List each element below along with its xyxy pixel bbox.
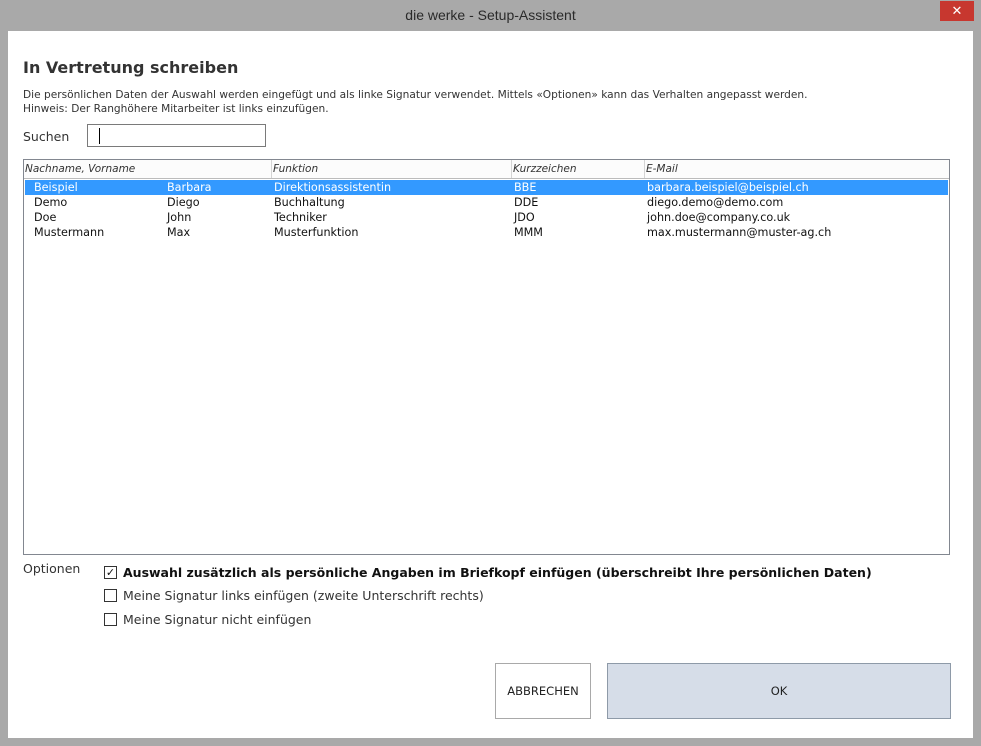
cell-short: MMM [514,226,543,239]
cell-lastname: Demo [34,196,68,209]
options-label: Optionen [23,561,81,576]
window-title: die werke - Setup-Assistent [405,7,576,23]
text-caret [99,128,100,144]
column-header-name[interactable]: Nachname, Vorname [24,160,272,178]
search-label: Suchen [23,129,70,144]
cell-firstname: Diego [167,196,200,209]
cell-function: Musterfunktion [274,226,359,239]
cell-firstname: Max [167,226,191,239]
description-line-1: Die persönlichen Daten der Auswahl werde… [23,89,808,101]
page-title: In Vertretung schreiben [23,58,239,77]
checkbox-icon[interactable] [104,588,117,602]
cell-function: Buchhaltung [274,196,345,209]
cell-short: DDE [514,196,539,209]
cell-short: JDO [514,211,535,224]
table-row[interactable]: Beispiel Barbara Direktionsassistentin B… [25,180,948,195]
cell-lastname: Doe [34,211,57,224]
cell-firstname: John [167,211,192,224]
column-header-function[interactable]: Funktion [272,160,512,178]
cell-email: john.doe@company.co.uk [647,211,791,224]
option-no-signature[interactable]: Meine Signatur nicht einfügen [104,610,311,628]
cell-lastname: Mustermann [34,226,105,239]
cell-email: max.mustermann@muster-ag.ch [647,226,832,239]
checkbox-checked-icon[interactable]: ✓ [104,565,117,579]
close-button[interactable]: ✕ [940,1,974,21]
cell-firstname: Barbara [167,181,212,194]
cell-short: BBE [514,181,537,194]
column-header-short[interactable]: Kurzzeichen [512,160,645,178]
table-row[interactable]: Mustermann Max Musterfunktion MMM max.mu… [25,225,948,240]
ok-button[interactable]: OK [607,663,951,719]
option-label: Auswahl zusätzlich als persönliche Angab… [123,564,872,580]
table-row[interactable]: Demo Diego Buchhaltung DDE diego.demo@de… [25,195,948,210]
option-label: Meine Signatur links einfügen (zweite Un… [123,587,484,603]
option-insert-letterhead[interactable]: ✓ Auswahl zusätzlich als persönliche Ang… [104,563,872,581]
table-row[interactable]: Doe John Techniker JDO john.doe@company.… [25,210,948,225]
cell-email: barbara.beispiel@beispiel.ch [647,181,809,194]
description-line-2: Hinweis: Der Ranghöhere Mitarbeiter ist … [23,103,329,115]
option-signature-left[interactable]: Meine Signatur links einfügen (zweite Un… [104,586,484,604]
cell-email: diego.demo@demo.com [647,196,784,209]
close-icon: ✕ [951,3,963,19]
dialog-content: In Vertretung schreiben Die persönlichen… [8,31,973,738]
cell-function: Direktionsassistentin [274,181,392,194]
cell-lastname: Beispiel [34,181,78,194]
list-header: Nachname, Vorname Funktion Kurzzeichen E… [24,160,949,179]
checkbox-icon[interactable] [104,612,117,626]
column-header-email[interactable]: E-Mail [645,160,949,178]
cell-function: Techniker [274,211,327,224]
cancel-button[interactable]: ABBRECHEN [495,663,591,719]
search-input[interactable] [87,124,266,147]
description: Die persönlichen Daten der Auswahl werde… [23,88,808,116]
employee-list[interactable]: Nachname, Vorname Funktion Kurzzeichen E… [23,159,950,555]
title-bar[interactable]: die werke - Setup-Assistent ✕ [0,0,981,31]
option-label: Meine Signatur nicht einfügen [123,611,312,627]
